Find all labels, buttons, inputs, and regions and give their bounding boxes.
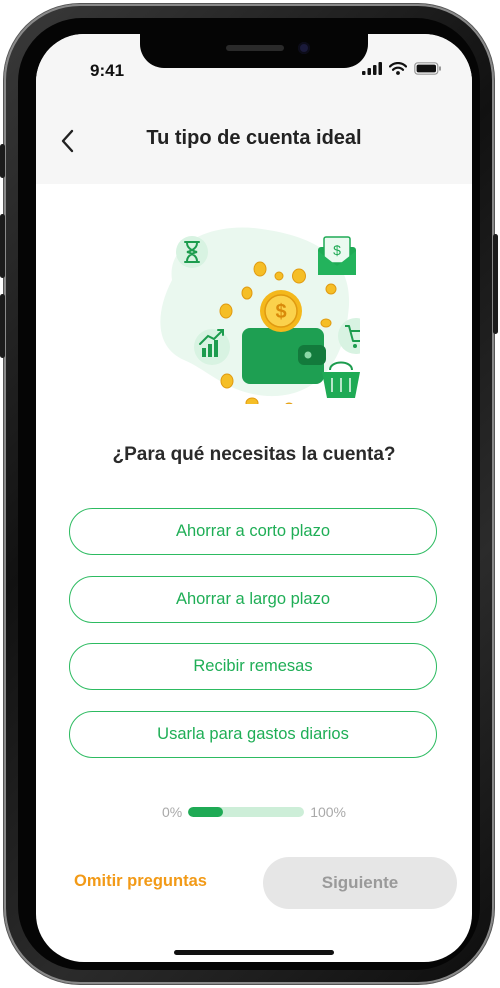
front-camera — [298, 42, 310, 54]
mute-switch — [0, 144, 5, 178]
progress-fill — [188, 807, 223, 817]
progress-max-label: 100% — [310, 804, 347, 820]
power-button — [493, 234, 498, 334]
notch — [140, 34, 368, 68]
wifi-icon — [389, 62, 407, 75]
wallet-icon — [242, 328, 326, 384]
progress-indicator: 0% 100% — [36, 804, 472, 820]
svg-text:$: $ — [333, 242, 341, 258]
home-indicator — [174, 950, 334, 955]
volume-down-button — [0, 294, 5, 358]
screen: 9:41 Tu tipo de cuenta ideal $ $ ¿Para q… — [36, 34, 472, 962]
page-title: Tu tipo de cuenta ideal — [146, 127, 362, 149]
progress-min-label: 0% — [161, 804, 183, 820]
hourglass-icon — [176, 236, 208, 268]
progress-track — [188, 807, 305, 817]
next-button[interactable]: Siguiente — [263, 857, 457, 909]
option-long-term-savings[interactable]: Ahorrar a largo plazo — [69, 576, 437, 623]
money-envelope-icon: $ — [318, 236, 356, 275]
svg-text:$: $ — [275, 301, 286, 323]
savings-illustration: $ $ — [160, 227, 360, 404]
coin-icon: $ — [260, 290, 302, 332]
option-daily-expenses[interactable]: Usarla para gastos diarios — [69, 711, 437, 758]
growth-chart-icon — [194, 329, 230, 365]
battery-icon — [414, 62, 441, 75]
option-short-term-savings[interactable]: Ahorrar a corto plazo — [69, 508, 437, 555]
status-time: 9:41 — [90, 61, 125, 80]
phone-frame: 9:41 Tu tipo de cuenta ideal $ $ ¿Para q… — [0, 4, 498, 984]
skip-questions-link[interactable]: Omitir preguntas — [74, 872, 207, 891]
question-text: ¿Para qué necesitas la cuenta? — [112, 444, 396, 465]
option-receive-remittances[interactable]: Recibir remesas — [69, 643, 437, 690]
signal-icon — [362, 62, 382, 75]
volume-up-button — [0, 214, 5, 278]
speaker — [226, 45, 284, 51]
status-icons — [362, 62, 442, 75]
